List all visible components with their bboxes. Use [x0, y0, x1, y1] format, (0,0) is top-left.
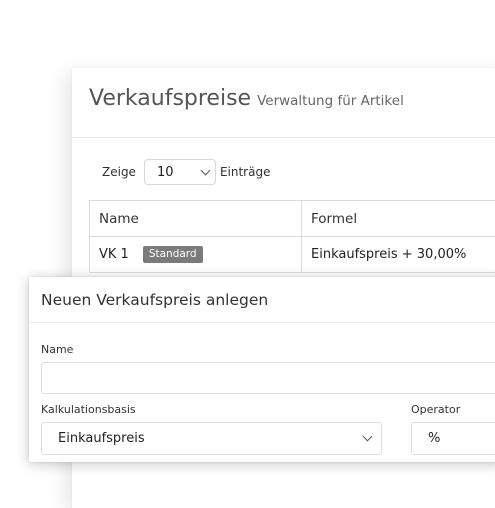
kalkulationsbasis-label: Kalkulationsbasis	[41, 403, 136, 416]
cell-formula: Einkaufspreis + 30,00%	[302, 237, 495, 273]
column-header-name[interactable]: Name	[90, 201, 302, 237]
page-header: Verkaufspreise Verwaltung für Artikel	[72, 68, 495, 138]
length-prefix-label: Zeige	[102, 165, 136, 179]
table-header-row: Name Formel	[90, 201, 495, 237]
cell-name: VK 1 Standard	[90, 237, 302, 273]
chevron-down-icon	[200, 165, 211, 175]
chevron-down-icon	[362, 431, 373, 442]
table-row[interactable]: VK 1 Standard Einkaufspreis + 30,00%	[90, 237, 495, 273]
kalkulationsbasis-value: Einkaufspreis	[58, 431, 145, 446]
new-price-dialog: Neuen Verkaufspreis anlegen Name Kalkula…	[29, 277, 495, 462]
entries-per-page-value: 10	[156, 164, 174, 180]
operator-value: %	[428, 431, 441, 446]
dialog-title: Neuen Verkaufspreis anlegen	[41, 290, 269, 309]
entries-per-page-select[interactable]: 10	[143, 159, 216, 185]
entries-length-control: Zeige 10 Einträge	[102, 158, 270, 186]
operator-select[interactable]: %	[411, 422, 495, 455]
column-header-formel[interactable]: Formel	[302, 201, 495, 237]
prices-table: Name Formel VK 1 Standard Einkaufspreis …	[89, 200, 495, 273]
length-suffix-label: Einträge	[219, 165, 271, 179]
operator-label: Operator	[411, 403, 461, 416]
name-label: Name	[41, 343, 74, 356]
kalkulationsbasis-select[interactable]: Einkaufspreis	[41, 422, 382, 455]
name-input[interactable]	[41, 362, 495, 394]
standard-badge: Standard	[142, 246, 203, 263]
page-subtitle: Verwaltung für Artikel	[257, 93, 404, 109]
dialog-header: Neuen Verkaufspreis anlegen	[29, 277, 495, 323]
page-title: Verkaufspreise	[89, 86, 252, 111]
row-name: VK 1	[99, 247, 129, 262]
